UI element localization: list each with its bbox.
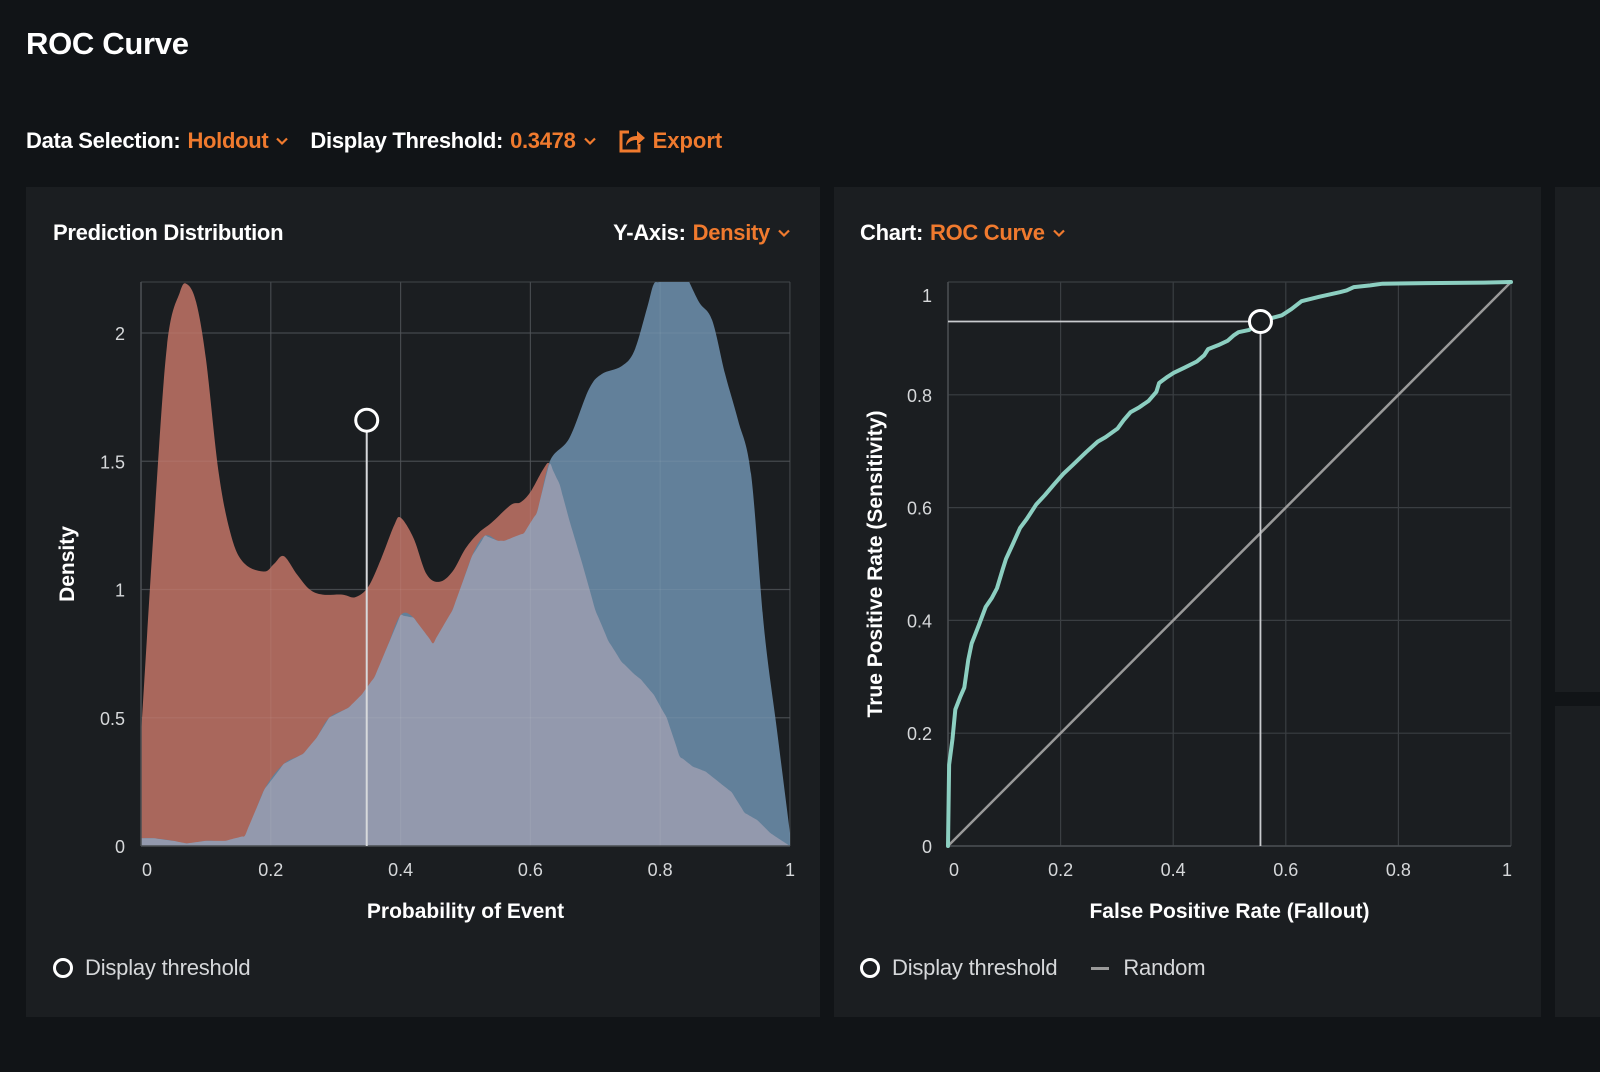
y-tick-label: 2	[115, 324, 125, 344]
x-tick-label: 0	[142, 860, 152, 880]
plot-area	[141, 282, 790, 846]
y-tick-label: 0.8	[907, 386, 932, 406]
x-tick-label: 0.4	[1161, 860, 1186, 880]
y-tick-label: 1	[922, 286, 932, 306]
x-tick-label: 0.2	[1048, 860, 1073, 880]
y-tick-label: 0.5	[100, 709, 125, 729]
y-axis-title: True Positive Rate (Sensitivity)	[864, 411, 887, 718]
x-tick-label: 0.8	[648, 860, 673, 880]
x-tick-label: 0.8	[1386, 860, 1411, 880]
y-tick-label: 0.6	[907, 499, 932, 519]
prediction-distribution-chart: 0 0.2 0.4 0.6 0.8 1 0 0.5 1 1.5 2 Probability of Ev…	[56, 281, 795, 923]
x-tick-label: 0.6	[1273, 860, 1298, 880]
roc-chart: 0 0.2 0.4 0.6 0.8 1 0 0.2 0.4 0.6 0.8 1 False Positi…	[864, 280, 1513, 923]
x-tick-label: 1	[1502, 860, 1512, 880]
y-axis-title: Density	[56, 526, 79, 602]
x-tick-label: 0	[949, 860, 959, 880]
random-line	[947, 281, 1512, 847]
x-tick-label: 0.6	[518, 860, 543, 880]
x-axis-title: False Positive Rate (Fallout)	[1089, 900, 1369, 923]
y-tick-label: 1	[115, 581, 125, 601]
y-tick-label: 0	[922, 837, 932, 857]
x-tick-label: 0.2	[258, 860, 283, 880]
y-tick-label: 0	[115, 837, 125, 857]
y-tick-label: 1.5	[100, 452, 125, 472]
y-tick-label: 0.2	[907, 724, 932, 744]
x-axis-title: Probability of Event	[367, 900, 564, 923]
threshold-marker	[1247, 308, 1273, 334]
x-tick-label: 1	[785, 860, 795, 880]
charts-layer: 0 0.2 0.4 0.6 0.8 1 0 0.5 1 1.5 2 Probability of Ev…	[56, 280, 1513, 923]
x-tick-label: 0.4	[388, 860, 413, 880]
threshold-marker	[354, 407, 380, 433]
y-tick-label: 0.4	[907, 611, 932, 631]
